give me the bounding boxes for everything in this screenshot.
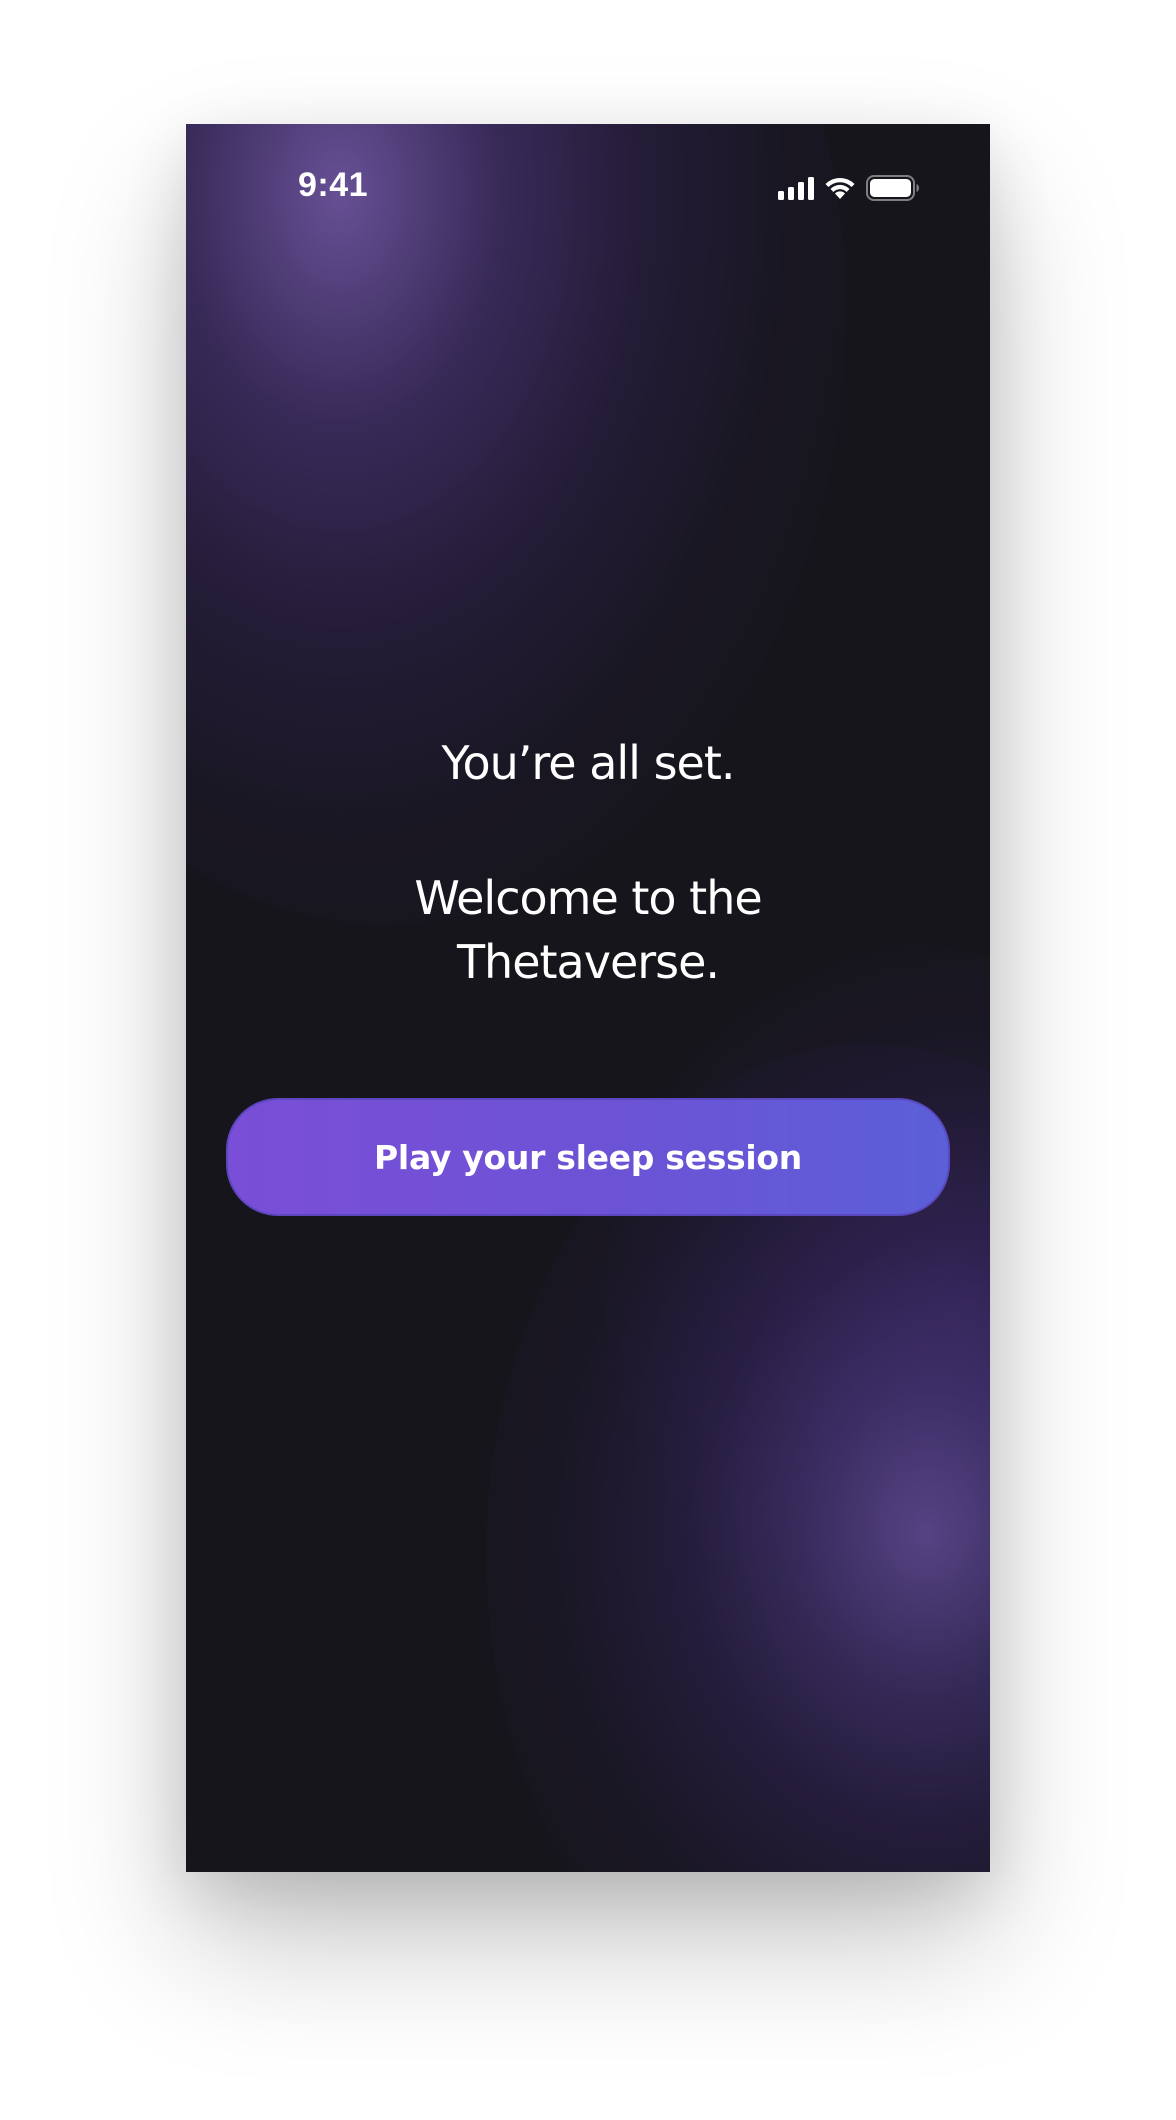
status-bar: 9:41: [186, 124, 990, 254]
welcome-line-2: Thetaverse.: [456, 935, 720, 989]
play-sleep-session-label: Play your sleep session: [374, 1137, 802, 1177]
canvas: 9:41 You’re all set. Welcome to the Thet…: [0, 0, 1176, 2120]
welcome-message: Welcome to the Thetaverse.: [186, 866, 990, 994]
play-sleep-session-button[interactable]: Play your sleep session: [226, 1098, 950, 1216]
headline-all-set: You’re all set.: [441, 736, 735, 790]
status-icons: [778, 172, 920, 204]
status-time: 9:41: [298, 166, 369, 204]
cellular-signal-icon: [778, 176, 814, 200]
phone-screen: 9:41 You’re all set. Welcome to the Thet…: [186, 124, 990, 1872]
battery-icon: [866, 175, 920, 201]
wifi-icon: [824, 176, 856, 200]
welcome-line-1: Welcome to the: [414, 871, 762, 925]
background-glow-middle: [606, 944, 990, 1644]
